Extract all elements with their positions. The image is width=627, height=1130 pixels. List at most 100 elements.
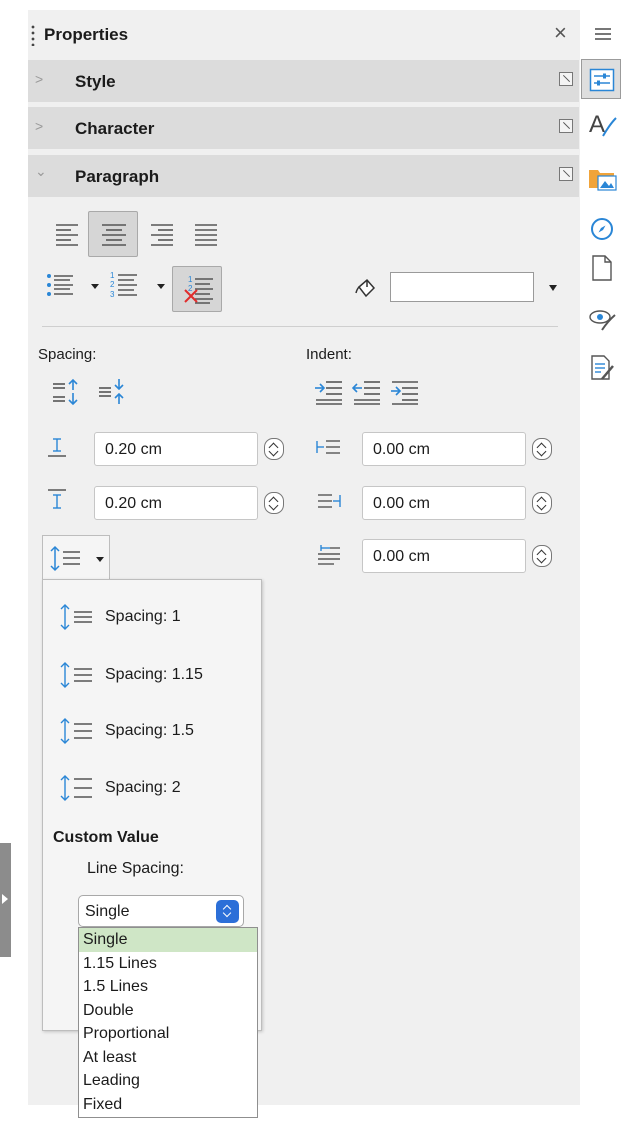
option-double[interactable]: Double	[79, 999, 257, 1023]
below-paragraph-input[interactable]: 0.20 cm	[94, 486, 258, 520]
align-left-button[interactable]	[48, 214, 86, 254]
below-paragraph-spacing-icon	[48, 489, 66, 509]
increase-paragraph-spacing-button[interactable]	[46, 373, 84, 409]
close-icon[interactable]: ×	[554, 22, 567, 44]
gallery-icon	[589, 170, 617, 191]
align-center-button[interactable]	[88, 211, 138, 257]
first-line-indent-icon	[318, 545, 340, 565]
chevron-right-icon: >	[35, 118, 44, 134]
tab-properties[interactable]	[581, 59, 621, 99]
option-at-least[interactable]: At least	[79, 1046, 257, 1070]
more-options-icon[interactable]	[559, 72, 573, 86]
chevron-down-icon[interactable]	[547, 283, 559, 293]
indent-label: Indent:	[306, 346, 352, 363]
line-spacing-115-icon	[60, 662, 92, 688]
line-spacing-2-icon	[60, 775, 92, 801]
no-list-button[interactable]: 12	[172, 266, 222, 312]
first-line-indent-spinner[interactable]: 0.00 cm	[362, 539, 558, 573]
spacing-1-option[interactable]: Spacing: 1	[58, 599, 258, 635]
above-paragraph-spinner[interactable]: 0.20 cm	[94, 432, 290, 466]
option-proportional[interactable]: Proportional	[79, 1022, 257, 1046]
line-spacing-button[interactable]	[42, 535, 110, 581]
style-inspector-icon	[589, 310, 616, 331]
justify-button[interactable]	[187, 214, 225, 254]
tab-manage-changes[interactable]	[581, 347, 621, 387]
before-text-indent-icon	[316, 440, 340, 454]
spacing-label: Spacing:	[38, 346, 97, 363]
tab-styles[interactable]: A	[581, 104, 621, 144]
after-text-indent-input[interactable]: 0.00 cm	[362, 486, 526, 520]
manage-changes-icon	[591, 355, 614, 380]
line-spacing-select[interactable]: Single	[78, 895, 244, 927]
spacing-2-option[interactable]: Spacing: 2	[58, 770, 258, 806]
section-title: Style	[75, 72, 116, 91]
highlighting-color-field[interactable]	[390, 272, 534, 302]
panel-grip-handle[interactable]	[31, 24, 35, 46]
section-character[interactable]: > Character	[28, 107, 579, 149]
option-label: Spacing: 2	[105, 779, 181, 796]
more-options-icon[interactable]	[559, 167, 573, 181]
before-text-indent-spinner[interactable]: 0.00 cm	[362, 432, 558, 466]
decrease-indent-button[interactable]	[348, 373, 384, 409]
svg-text:1: 1	[188, 275, 193, 284]
option-leading[interactable]: Leading	[79, 1069, 257, 1093]
updown-arrows-icon[interactable]	[216, 900, 239, 923]
section-title: Paragraph	[75, 167, 160, 186]
align-left-icon	[56, 224, 78, 246]
spacing-1-5-option[interactable]: Spacing: 1.5	[58, 713, 258, 749]
section-title: Character	[75, 119, 155, 138]
option-label: Spacing: 1	[105, 608, 181, 625]
custom-value-heading: Custom Value	[53, 829, 159, 846]
option-single[interactable]: Single	[79, 928, 257, 952]
decrease-indent-icon	[352, 381, 380, 405]
styles-icon: A	[589, 111, 617, 138]
align-right-button[interactable]	[143, 214, 181, 254]
line-spacing-1-icon	[60, 604, 92, 630]
numbered-list-icon: 123	[110, 271, 165, 299]
spin-updown-icon[interactable]	[264, 438, 284, 460]
tab-gallery[interactable]	[581, 157, 621, 197]
properties-icon	[589, 68, 615, 92]
section-paragraph[interactable]: ⌄ Paragraph	[28, 155, 579, 197]
align-center-icon	[102, 224, 126, 246]
option-1-5-lines[interactable]: 1.5 Lines	[79, 975, 257, 999]
section-style[interactable]: > Style	[28, 60, 579, 102]
spin-updown-icon[interactable]	[264, 492, 284, 514]
page-icon	[592, 255, 612, 281]
tab-style-inspector[interactable]	[581, 298, 621, 338]
svg-text:A: A	[589, 111, 605, 138]
above-paragraph-spacing-icon	[48, 438, 66, 457]
spin-updown-icon[interactable]	[532, 545, 552, 567]
sidebar-collapse-handle[interactable]	[0, 843, 11, 957]
hamburger-menu-icon[interactable]	[592, 25, 614, 43]
panel-title: Properties	[44, 25, 129, 44]
option-label: Spacing: 1.5	[105, 722, 194, 739]
svg-text:3: 3	[110, 290, 115, 299]
tab-page[interactable]	[581, 247, 621, 287]
more-options-icon[interactable]	[559, 119, 573, 133]
hanging-indent-button[interactable]	[386, 373, 422, 409]
first-line-indent-input[interactable]: 0.00 cm	[362, 539, 526, 573]
decrease-paragraph-spacing-button[interactable]	[92, 373, 130, 409]
align-right-icon	[151, 224, 173, 246]
option-1-15-lines[interactable]: 1.15 Lines	[79, 952, 257, 976]
highlighting-color-button[interactable]	[348, 273, 382, 303]
after-text-indent-spinner[interactable]: 0.00 cm	[362, 486, 558, 520]
below-paragraph-spinner[interactable]: 0.20 cm	[94, 486, 290, 520]
before-text-indent-input[interactable]: 0.00 cm	[362, 432, 526, 466]
svg-text:1: 1	[110, 271, 115, 280]
unordered-list-button[interactable]	[42, 264, 100, 304]
ordered-list-button[interactable]: 123	[106, 264, 166, 304]
spin-updown-icon[interactable]	[532, 438, 552, 460]
svg-text:2: 2	[188, 284, 193, 293]
spin-updown-icon[interactable]	[532, 492, 552, 514]
increase-indent-button[interactable]	[310, 373, 346, 409]
option-fixed[interactable]: Fixed	[79, 1093, 257, 1117]
tab-navigator[interactable]	[581, 208, 621, 248]
above-paragraph-input[interactable]: 0.20 cm	[94, 432, 258, 466]
after-text-indent-icon	[318, 494, 341, 508]
spacing-1-15-option[interactable]: Spacing: 1.15	[58, 657, 258, 693]
navigator-icon	[591, 218, 613, 240]
bullet-list-icon	[47, 274, 99, 296]
line-spacing-label: Line Spacing:	[87, 860, 184, 877]
